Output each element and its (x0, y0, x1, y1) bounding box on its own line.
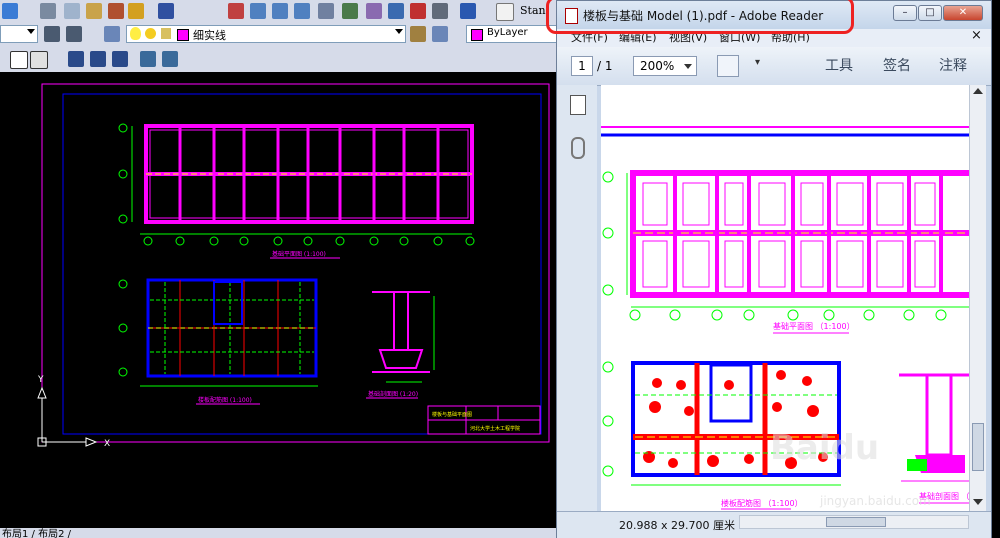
vertical-scrollbar[interactable] (969, 85, 986, 511)
workspace-save-icon[interactable] (66, 26, 82, 42)
color-swatch (471, 29, 483, 41)
zoom-realtime-icon[interactable] (250, 3, 266, 19)
scroll-down-arrow-icon[interactable] (973, 499, 983, 505)
pan-icon[interactable] (228, 3, 244, 19)
ucs-icon (37, 386, 98, 447)
undo-icon[interactable] (158, 3, 174, 19)
drawing-inner-border (62, 93, 542, 435)
block-icon[interactable] (140, 51, 156, 67)
layer-manager-icon[interactable] (104, 26, 120, 42)
baidu-watermark: Baidu (770, 428, 880, 468)
adobe-status-bar: 20.988 x 29.700 厘米 (557, 511, 991, 538)
layer-previous-icon[interactable] (432, 26, 448, 42)
dimension-style-icon[interactable] (112, 51, 128, 67)
layout-tabs-text[interactable]: 布局1 / 布局2 / (2, 528, 71, 538)
chevron-down-icon (684, 64, 692, 69)
horizontal-scrollbar[interactable] (739, 515, 969, 529)
cad-plan-caption: 基础平面图 (1:100) (272, 250, 326, 258)
layer-color-swatch (177, 29, 189, 41)
match-properties-icon[interactable] (128, 3, 144, 19)
page-number-input[interactable]: 1 (571, 56, 593, 76)
dimension-aligned-icon[interactable] (90, 51, 106, 67)
zoom-previous-icon[interactable] (294, 3, 310, 19)
color-dropdown[interactable]: ByLayer (466, 25, 556, 43)
make-layer-current-icon[interactable] (410, 26, 426, 42)
pdf-plan-caption: 基础平面图 （1:100） (773, 322, 855, 331)
brush-icon[interactable] (108, 3, 124, 19)
close-button[interactable]: ✕ (943, 5, 983, 21)
maximize-button[interactable]: □ (918, 5, 942, 21)
vertical-scroll-thumb[interactable] (972, 423, 984, 471)
baidu-watermark-url: jingyan.baidu.com (820, 494, 931, 508)
dimension-linear-icon[interactable] (68, 51, 84, 67)
workspace-dropdown[interactable] (0, 25, 38, 43)
adobe-toolbar: 1 / 1 200% ▾ 工具 签名 注释 (557, 47, 991, 86)
paste-icon[interactable] (86, 3, 102, 19)
sheet-set-icon[interactable] (388, 3, 404, 19)
calculator-icon[interactable] (432, 3, 448, 19)
cad-toolbar-row2: 细实线 ByLayer (0, 22, 556, 47)
text-icon[interactable] (10, 51, 28, 69)
text-style-label: Stan (520, 4, 546, 17)
cad-slab-caption: 楼板配筋图 (1:100) (198, 396, 252, 404)
workspace-settings-icon[interactable] (44, 26, 60, 42)
cad-section-caption: 基础剖面图 (1:20) (368, 390, 418, 398)
layout-tabs-bar: 布局1 / 布局2 / (0, 528, 556, 538)
lock-icon (161, 28, 171, 39)
attachments-icon[interactable] (571, 137, 585, 159)
sign-button[interactable]: 签名 (883, 55, 911, 75)
ucs-x-label: X (104, 439, 110, 449)
title-highlight-annotation (546, 0, 854, 34)
foundation-section-drawing (366, 291, 435, 399)
tool-palette-icon[interactable] (366, 3, 382, 19)
help-icon[interactable] (460, 3, 476, 19)
properties-icon[interactable] (318, 3, 334, 19)
sun-icon (145, 28, 156, 39)
page-thumbnails-icon[interactable] (570, 95, 586, 115)
title-block-name: 楼板与基础平面图 (432, 411, 472, 418)
pdf-slab-caption: 楼板配筋图 （1:100） (721, 499, 803, 508)
foundation-plan-drawing (118, 123, 475, 259)
scroll-up-arrow-icon[interactable] (973, 88, 983, 94)
markup-icon[interactable] (410, 3, 426, 19)
slab-reinforcement-drawing (118, 278, 318, 405)
zoom-value: 200% (640, 59, 675, 73)
menu-close-icon[interactable]: × (971, 28, 982, 43)
multiline-text-icon[interactable] (30, 51, 48, 69)
horizontal-scroll-thumb[interactable] (826, 517, 886, 527)
tools-button[interactable]: 工具 (825, 55, 853, 75)
more-tools-icon[interactable]: ▾ (755, 57, 760, 68)
zoom-window-icon[interactable] (272, 3, 288, 19)
insert-block-icon[interactable] (162, 51, 178, 67)
minimize-button[interactable]: – (893, 5, 917, 21)
chevron-down-icon (395, 29, 403, 34)
text-style-icon[interactable] (496, 3, 514, 21)
zoom-dropdown[interactable]: 200% (633, 56, 697, 76)
comment-button[interactable]: 注释 (939, 55, 967, 75)
layer-icon[interactable] (2, 3, 18, 19)
color-name: ByLayer (487, 27, 528, 38)
page-size-status: 20.988 x 29.700 厘米 (619, 519, 735, 532)
page-total: / 1 (597, 59, 613, 73)
title-block-school: 河北大学土木工程学院 (470, 425, 520, 432)
chevron-down-icon (27, 29, 35, 34)
cad-toolbar-row3 (0, 46, 556, 72)
navigation-pane (557, 85, 597, 511)
fit-page-icon[interactable] (717, 55, 739, 77)
scissors-icon[interactable] (40, 3, 56, 19)
layer-name: 细实线 (193, 29, 226, 42)
layer-dropdown[interactable]: 细实线 (126, 25, 406, 43)
ucs-y-label: Y (37, 375, 44, 385)
design-center-icon[interactable] (342, 3, 358, 19)
copy-icon[interactable] (64, 3, 80, 19)
cad-toolbar-row1: Stan (0, 0, 556, 23)
cad-drawing-canvas[interactable]: 基础平面图 (1:100) 楼板配筋图 (1:100) 基础剖面图 (1:20)… (0, 72, 556, 538)
bulb-icon (130, 27, 141, 40)
